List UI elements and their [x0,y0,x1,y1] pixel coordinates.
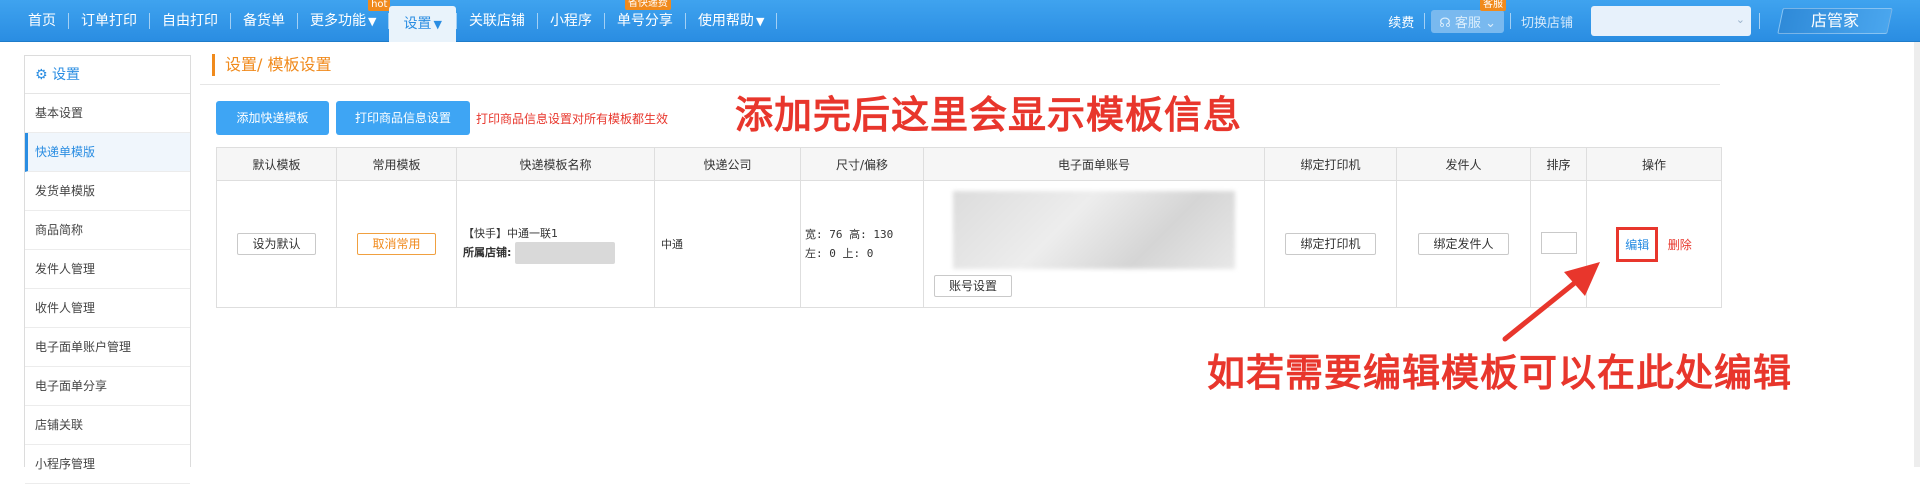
sort-input[interactable] [1540,231,1577,254]
nav-more-features[interactable]: 更多功能 ▼ hot [298,0,391,42]
nav-tracking-share[interactable]: 单号分享 省快递费 [605,0,685,42]
delete-link[interactable]: 删除 [1668,238,1692,252]
brand-label: 店管家 [1810,11,1859,30]
customer-service-button[interactable]: ☊ 客服 ⌄ 客服 [1431,0,1506,33]
nav-order-print[interactable]: 订单打印 [69,0,149,42]
set-default-button[interactable]: 设为默认 [237,233,316,255]
cell-template-name: 【快手】中通一联1 所属店铺: [456,180,655,308]
nav-stock-list[interactable]: 备货单 [231,0,297,42]
settings-sidebar: ⚙ 设置 基本设置 快递单模版 发货单模版 商品简称 发件人管理 收件人管理 电… [24,55,191,484]
cancel-common-button[interactable]: 取消常用 [357,233,436,255]
col-header-sort: 排序 [1530,147,1587,181]
print-info-settings-button[interactable]: 打印商品信息设置 [336,101,470,135]
cell-bind-printer: 绑定打印机 [1264,180,1397,308]
sidebar-item-basic-settings[interactable]: 基本设置 [25,94,190,133]
hot-badge: hot [368,0,391,11]
nav-home[interactable]: 首页 [16,0,68,42]
nav-link-shop[interactable]: 关联店铺 [457,0,537,42]
cell-company: 中通 [654,180,801,308]
add-template-button[interactable]: 添加快递模板 [216,101,329,135]
nav-help-label: 使用帮助 [697,13,754,29]
template-table: 默认模板 常用模板 快递模板名称 快递公司 尺寸/偏移 电子面单账号 绑定打印机… [216,147,1722,308]
switch-shop-label: 切换店铺 [1520,15,1573,31]
offset-text: 左: 0 上: 0 [805,247,874,260]
print-info-tip: 打印商品信息设置对所有模板都生效 [476,112,669,126]
nav-divider [1759,13,1760,29]
template-name: 【快手】中通一联1 [463,226,558,240]
brand-logo: 店管家 [1777,8,1893,34]
cell-default: 设为默认 [216,180,337,308]
shop-select[interactable]: ⌄ [1591,6,1751,36]
sidebar-item-ewaybill-share[interactable]: 电子面单分享 [25,367,190,406]
company-name: 中通 [661,238,683,251]
sidebar-item-shop-link[interactable]: 店铺关联 [25,406,190,445]
nav-free-print[interactable]: 自由打印 [150,0,230,42]
gear-icon: ⚙ [35,67,48,83]
renew-link[interactable]: 续费 [1378,12,1424,31]
sidebar-title: 设置 [52,67,81,83]
main-nav: 首页 订单打印 自由打印 备货单 更多功能 ▼ hot 设置 ▼ 关联店铺 小程序 … [16,0,778,42]
chevron-down-icon: ⌄ [1485,15,1496,31]
col-header-company: 快递公司 [654,147,801,181]
top-navigation-bar: 首页 订单打印 自由打印 备货单 更多功能 ▼ hot 设置 ▼ 关联店铺 小程序 … [0,0,1920,42]
sidebar-item-ewaybill-accounts[interactable]: 电子面单账户管理 [25,328,190,367]
bind-printer-button[interactable]: 绑定打印机 [1285,233,1376,255]
account-info-redacted [953,191,1235,269]
sidebar-item-product-shortname[interactable]: 商品简称 [25,211,190,250]
annotation-arrow-icon [1502,262,1600,342]
nav-right-group: 续费 ☊ 客服 ⌄ 客服 切换店铺 ⌄ 店管家 [1378,0,1920,42]
col-header-ewaybill-account: 电子面单账号 [923,147,1265,181]
caret-down-icon: ▼ [433,18,442,31]
promo-badge: 省快递费 [624,0,671,10]
shop-label: 所属店铺: [463,245,512,259]
nav-settings-label: 设置 [403,16,432,32]
shop-line: 所属店铺: [463,241,654,264]
account-settings-button[interactable]: 账号设置 [934,275,1013,297]
sidebar-item-receiver-management[interactable]: 收件人管理 [25,289,190,328]
cell-common: 取消常用 [336,180,457,308]
annotation-edit-hint: 如若需要编辑模板可以在此处编辑 [1207,351,1793,395]
nav-settings[interactable]: 设置 ▼ [389,6,456,42]
nav-more-label: 更多功能 [310,13,366,29]
caret-down-icon: ▼ [755,15,765,28]
col-header-default: 默认模板 [216,147,337,181]
cell-size-offset: 宽: 76 高: 130 左: 0 上: 0 [800,180,924,308]
col-header-common: 常用模板 [336,147,457,181]
main-content: 设置/ 模板设置 添加快递模板 打印商品信息设置 打印商品信息设置对所有模板都生… [200,42,1920,467]
table-header-row: 默认模板 常用模板 快递模板名称 快递公司 尺寸/偏移 电子面单账号 绑定打印机… [216,147,1722,181]
nav-divider [1424,13,1426,29]
chevron-down-icon: ⌄ [1735,13,1745,26]
col-header-bind-printer: 绑定打印机 [1264,147,1397,181]
nav-help[interactable]: 使用帮助 ▼ [686,0,776,42]
col-header-sender: 发件人 [1396,147,1531,181]
breadcrumb: 设置/ 模板设置 [212,54,331,76]
sidebar-item-sender-management[interactable]: 发件人管理 [25,250,190,289]
sidebar-item-mini-program[interactable]: 小程序管理 [25,445,190,484]
nav-tracking-share-label: 单号分享 [616,13,673,29]
customer-service-label: 客服 [1454,15,1481,31]
annotation-template-info: 添加完后这里会显示模板信息 [735,93,1243,137]
caret-down-icon: ▼ [368,15,377,28]
shop-name-redacted [514,241,615,264]
nav-divider [776,13,778,29]
cell-ewaybill-account: 账号设置 [923,180,1265,308]
col-header-actions: 操作 [1586,147,1722,181]
sidebar-header: ⚙ 设置 [25,56,190,94]
edit-link[interactable]: 编辑 [1616,226,1659,262]
sidebar-item-delivery-template[interactable]: 发货单模版 [25,172,190,211]
size-text: 宽: 76 高: 130 [805,228,894,241]
col-header-size-offset: 尺寸/偏移 [800,147,924,181]
bind-sender-button[interactable]: 绑定发件人 [1418,233,1509,255]
page-scrollbar[interactable] [1914,42,1920,467]
headset-icon: ☊ [1439,15,1451,31]
sidebar-item-express-template[interactable]: 快递单模版 [25,133,190,172]
col-header-template-name: 快递模板名称 [456,147,655,181]
table-row: 设为默认 取消常用 【快手】中通一联1 所属店铺: 中通 宽: 76 高: 13… [216,180,1722,308]
customer-service-badge: 客服 [1479,0,1506,11]
nav-mini-program[interactable]: 小程序 [538,0,604,42]
